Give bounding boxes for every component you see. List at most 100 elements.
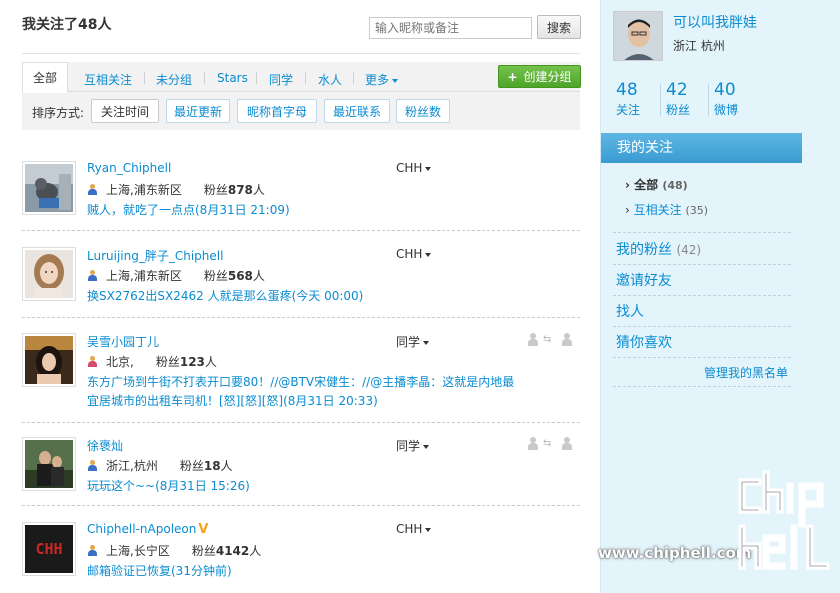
nav-sub-mutual[interactable]: › 互相关注 (35)	[625, 201, 708, 218]
watermark-url: www.chiphell.com	[598, 544, 752, 562]
latest-status[interactable]: 换SX2762出SX2462 人就是那么蛋疼(今天 00:00)	[87, 287, 517, 306]
tab-all[interactable]: 全部	[22, 62, 68, 93]
chevron-right-icon: ›	[625, 203, 630, 217]
create-group-button[interactable]: + 创建分组	[498, 65, 581, 88]
latest-status[interactable]: 东方广场到牛街不打表开口要80！//@BTV宋健生：//@主播李晶：这就是内地最…	[87, 373, 517, 411]
user-name-link[interactable]: 徐褒灿	[87, 437, 123, 454]
chevron-down-icon	[425, 527, 432, 532]
chevron-down-icon	[425, 166, 432, 171]
sort-row: 排序方式: 关注时间 最近更新 昵称首字母 最近联系 粉丝数	[22, 99, 580, 123]
location: 上海,浦东新区	[106, 269, 182, 283]
profile-avatar[interactable]	[613, 11, 663, 61]
group-dropdown[interactable]: 同学	[396, 333, 430, 350]
fans-count: 粉丝568人	[203, 269, 265, 283]
location: 浙江,杭州	[106, 459, 158, 473]
row-divider	[22, 505, 580, 506]
fans-count: 粉丝4142人	[191, 544, 262, 558]
divider	[613, 357, 791, 358]
group-dropdown[interactable]: 同学	[396, 437, 430, 454]
male-user-icon	[87, 184, 98, 195]
stat-posts[interactable]: 40 微博	[714, 80, 738, 118]
row-divider	[22, 230, 580, 231]
tab-water[interactable]: 水人	[318, 71, 342, 88]
location-row: 北京, 粉丝123人	[87, 353, 217, 370]
sort-recent-contact[interactable]: 最近联系	[324, 99, 390, 123]
divider	[613, 232, 791, 233]
stat-fans[interactable]: 42 粉丝	[666, 80, 690, 118]
divider	[613, 326, 791, 327]
avatar[interactable]	[22, 333, 76, 387]
group-label: CHH	[396, 161, 423, 175]
tab-classmates[interactable]: 同学	[269, 71, 293, 88]
chevron-right-icon: ›	[625, 178, 630, 192]
location: 北京,	[106, 355, 134, 369]
mutual-follow-icon: ⇆	[528, 437, 574, 451]
avatar-image	[25, 440, 73, 488]
latest-status[interactable]: 邮箱验证已恢复(31分钟前)	[87, 562, 517, 581]
tab-ungrouped[interactable]: 未分组	[156, 71, 192, 88]
group-dropdown[interactable]: CHH	[396, 161, 432, 175]
tab-stars[interactable]: Stars	[217, 71, 248, 85]
avatar[interactable]: CHH	[22, 522, 76, 576]
nav-my-follow[interactable]: 我的关注	[601, 133, 802, 163]
profile-stats: 48 关注 42 粉丝 40 微博	[616, 80, 796, 120]
manage-blacklist-link[interactable]: 管理我的黑名单	[704, 364, 788, 381]
row-divider	[22, 317, 580, 318]
sort-follow-time[interactable]: 关注时间	[91, 99, 159, 123]
female-user-icon	[87, 356, 98, 367]
chevron-down-icon	[423, 444, 430, 449]
search-button[interactable]: 搜索	[537, 15, 581, 39]
location-row: 上海,浦东新区 粉丝568人	[87, 267, 265, 284]
stat-following[interactable]: 48 关注	[616, 80, 640, 118]
page-title: 我关注了48人	[22, 17, 112, 33]
divider	[613, 295, 791, 296]
tab-mutual[interactable]: 互相关注	[84, 71, 132, 88]
user-name-link[interactable]: Luruijing_胖子_Chiphell	[87, 247, 223, 264]
avatar[interactable]	[22, 437, 76, 491]
nav-invite-friends[interactable]: 邀请好友	[616, 270, 672, 290]
chevron-down-icon	[425, 252, 432, 257]
tab-separator	[353, 72, 354, 84]
verified-icon: V	[198, 522, 209, 537]
nav-sub-all[interactable]: › 全部 (48)	[625, 176, 688, 193]
sort-nickname[interactable]: 昵称首字母	[237, 99, 317, 123]
avatar[interactable]	[22, 247, 76, 301]
latest-status[interactable]: 玩玩这个~~(8月31日 15:26)	[87, 477, 517, 496]
group-dropdown[interactable]: CHH	[396, 247, 432, 261]
user-name-link[interactable]: Ryan_Chiphell	[87, 161, 171, 175]
group-label: 同学	[396, 335, 421, 349]
user-name: Chiphell-nApoleon	[87, 522, 197, 536]
user-name-link[interactable]: Chiphell-nApoleon V	[87, 522, 208, 537]
fans-count: 粉丝18人	[179, 459, 233, 473]
profile-location: 浙江 杭州	[673, 39, 725, 53]
chevron-down-icon	[423, 340, 430, 345]
nav-my-fans[interactable]: 我的粉丝 (42)	[616, 239, 701, 259]
avatar-image	[25, 250, 73, 298]
divider	[22, 53, 580, 54]
nav-guess-you-like[interactable]: 猜你喜欢	[616, 332, 672, 352]
tab-separator	[144, 72, 145, 84]
avatar[interactable]	[22, 161, 76, 215]
sort-recent-update[interactable]: 最近更新	[166, 99, 230, 123]
tab-more[interactable]: 更多	[365, 71, 399, 88]
sort-fans[interactable]: 粉丝数	[396, 99, 450, 123]
tab-separator	[305, 72, 306, 84]
avatar-image	[25, 336, 73, 384]
tab-separator	[204, 72, 205, 84]
latest-status[interactable]: 贼人，就吃了一点点(8月31日 21:09)	[87, 201, 517, 220]
location: 上海,长宁区	[106, 544, 170, 558]
group-label: CHH	[396, 247, 423, 261]
profile-name-link[interactable]: 可以叫我胖娃	[673, 12, 757, 32]
search-input[interactable]	[369, 17, 532, 39]
group-dropdown[interactable]: CHH	[396, 522, 432, 536]
avatar-image	[25, 164, 73, 212]
nav-find-people[interactable]: 找人	[616, 301, 644, 321]
plus-icon: +	[507, 69, 518, 84]
group-label: 同学	[396, 439, 421, 453]
tab-bar: 全部 互相关注 未分组 Stars 同学 水人 更多 + 创建分组	[22, 62, 581, 93]
create-group-label: 创建分组	[523, 70, 572, 84]
user-name-link[interactable]: 吴雪小园丁儿	[87, 333, 159, 350]
male-user-icon	[87, 270, 98, 281]
mutual-follow-icon: ⇆	[528, 333, 574, 347]
tabs-panel: 全部 互相关注 未分组 Stars 同学 水人 更多 + 创建分组 排序方式: 关…	[22, 62, 581, 130]
